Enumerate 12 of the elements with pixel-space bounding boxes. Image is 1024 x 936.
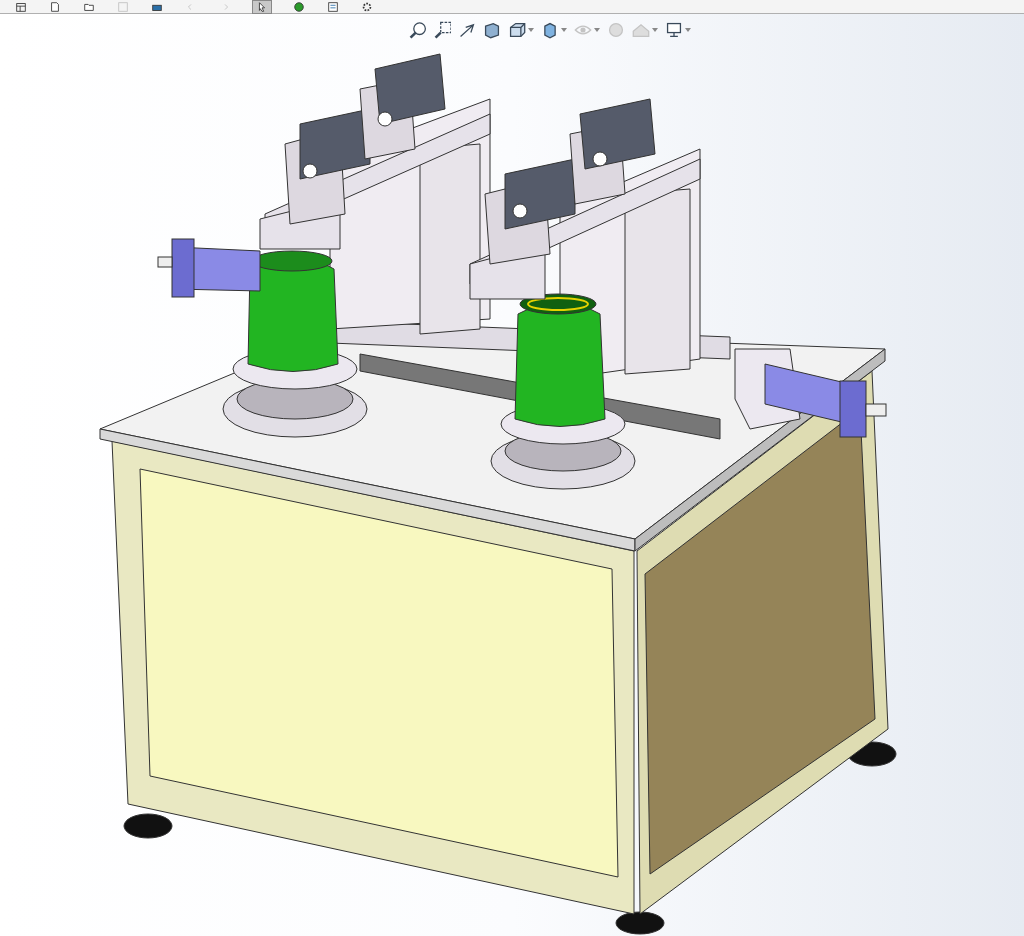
caret-icon	[685, 28, 691, 32]
select-icon	[256, 0, 268, 13]
caret-icon	[594, 28, 600, 32]
caret-icon	[652, 28, 658, 32]
view-orientation-icon	[508, 21, 526, 39]
view-settings-icon	[665, 21, 683, 39]
new-button[interactable]	[48, 0, 62, 13]
caret-icon	[561, 28, 567, 32]
select-button[interactable]	[252, 0, 272, 14]
caret-icon	[528, 28, 534, 32]
zoom-area-icon	[433, 21, 451, 39]
zoom-fit-icon	[408, 21, 426, 39]
